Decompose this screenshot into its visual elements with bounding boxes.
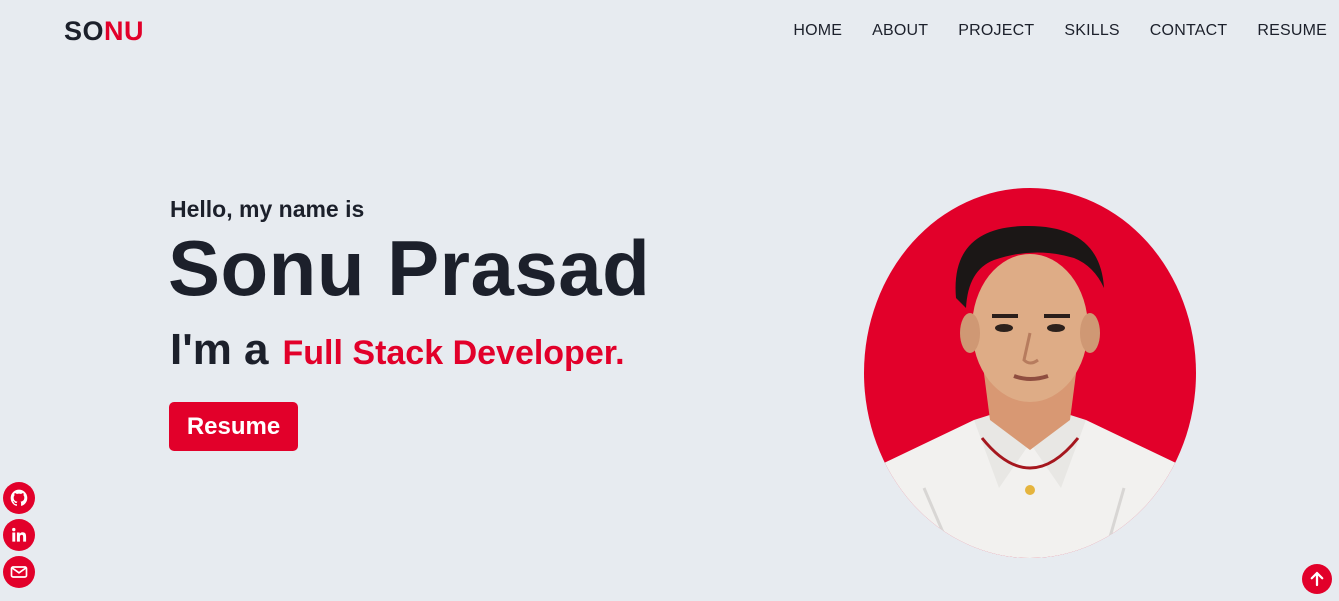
role-prefix: I'm a (170, 325, 269, 374)
main-nav: HOME ABOUT PROJECT SKILLS CONTACT RESUME (793, 22, 1327, 40)
greeting: Hello, my name is (170, 196, 365, 222)
profile-photo (864, 188, 1196, 558)
nav-project[interactable]: PROJECT (958, 22, 1034, 40)
page: SONU HOME ABOUT PROJECT SKILLS CONTACT R… (0, 0, 1339, 601)
role-line: I'm a Full Stack Developer. (170, 325, 625, 375)
social-links (3, 482, 35, 588)
resume-button[interactable]: Resume (169, 402, 298, 451)
nav-contact[interactable]: CONTACT (1150, 22, 1228, 40)
logo-part1: SO (64, 16, 105, 46)
nav-skills[interactable]: SKILLS (1064, 22, 1119, 40)
github-icon[interactable] (3, 482, 35, 514)
role-title: Full Stack Developer. (282, 334, 625, 372)
arrow-up-icon[interactable] (1302, 564, 1332, 594)
nav-home[interactable]: HOME (793, 22, 842, 40)
logo[interactable]: SONU (64, 16, 144, 47)
nav-resume[interactable]: RESUME (1257, 22, 1327, 40)
hero-name: Sonu Prasad (168, 224, 651, 312)
nav-about[interactable]: ABOUT (872, 22, 928, 40)
mail-icon[interactable] (3, 556, 35, 588)
logo-part2: NU (104, 16, 145, 46)
linkedin-icon[interactable] (3, 519, 35, 551)
